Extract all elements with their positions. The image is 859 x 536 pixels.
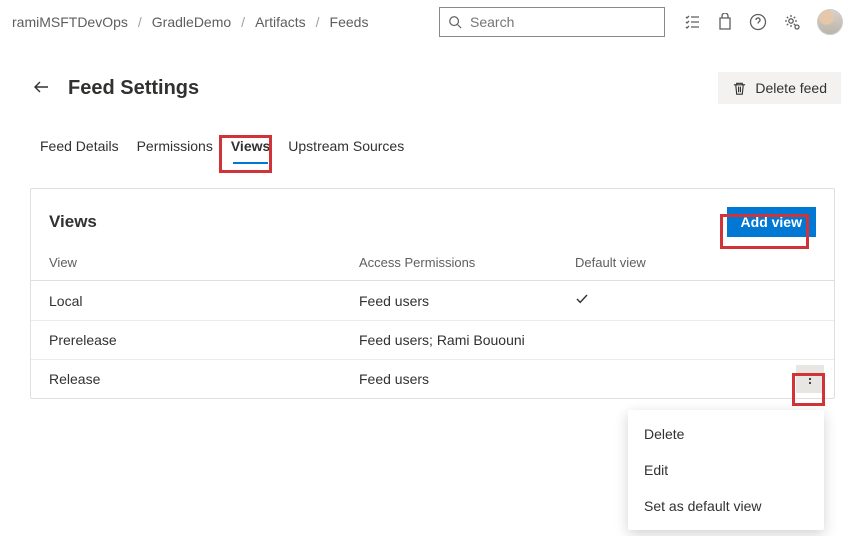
col-header-view: View [49, 255, 359, 270]
cell-access: Feed users [359, 371, 575, 387]
breadcrumb-section[interactable]: Artifacts [255, 14, 306, 30]
panel-title: Views [49, 212, 97, 232]
more-vertical-icon [803, 372, 817, 386]
tab-feed-details[interactable]: Feed Details [40, 132, 119, 164]
breadcrumb-sep: / [138, 14, 142, 30]
menu-item-set-default[interactable]: Set as default view [628, 488, 824, 524]
checkmark-icon [575, 293, 589, 309]
breadcrumb-org[interactable]: ramiMSFTDevOps [12, 14, 128, 30]
page-header: Feed Settings Delete feed [0, 44, 859, 108]
settings-icon[interactable] [783, 13, 801, 31]
tab-permissions[interactable]: Permissions [137, 132, 213, 164]
trash-icon [732, 81, 747, 96]
row-actions-button[interactable] [796, 365, 824, 393]
tab-row: Feed Details Permissions Views Upstream … [0, 108, 859, 164]
breadcrumb: ramiMSFTDevOps / GradleDemo / Artifacts … [12, 14, 368, 30]
menu-item-delete[interactable]: Delete [628, 416, 824, 452]
table-row[interactable]: Prerelease Feed users; Rami Bououni [31, 321, 834, 360]
search-icon [448, 15, 462, 29]
context-menu: Delete Edit Set as default view [628, 410, 824, 530]
tab-views[interactable]: Views [231, 132, 270, 164]
shopping-bag-icon[interactable] [717, 13, 733, 31]
breadcrumb-sep: / [241, 14, 245, 30]
search-box[interactable] [439, 7, 665, 37]
delete-feed-button[interactable]: Delete feed [718, 72, 841, 104]
search-input[interactable] [468, 13, 656, 31]
col-header-default: Default view [575, 255, 816, 270]
breadcrumb-sep: / [316, 14, 320, 30]
page-title: Feed Settings [68, 77, 199, 100]
back-arrow-icon[interactable] [32, 78, 50, 99]
col-header-access: Access Permissions [359, 255, 575, 270]
avatar[interactable] [817, 9, 843, 35]
cell-view: Local [49, 293, 359, 309]
breadcrumb-project[interactable]: GradleDemo [152, 14, 231, 30]
cell-default [575, 292, 816, 309]
menu-item-edit[interactable]: Edit [628, 452, 824, 488]
delete-feed-label: Delete feed [755, 80, 827, 96]
top-icons [683, 9, 843, 35]
cell-view: Prerelease [49, 332, 359, 348]
table-row[interactable]: Release Feed users [31, 360, 834, 398]
cell-access: Feed users; Rami Bououni [359, 332, 575, 348]
cell-access: Feed users [359, 293, 575, 309]
views-panel: Views Add view View Access Permissions D… [30, 188, 835, 399]
table-row[interactable]: Local Feed users [31, 281, 834, 321]
top-bar: ramiMSFTDevOps / GradleDemo / Artifacts … [0, 0, 859, 44]
cell-view: Release [49, 371, 359, 387]
task-list-icon[interactable] [683, 13, 701, 31]
tab-upstream-sources[interactable]: Upstream Sources [288, 132, 404, 164]
add-view-button[interactable]: Add view [727, 207, 816, 237]
column-headers: View Access Permissions Default view [31, 251, 834, 281]
breadcrumb-page[interactable]: Feeds [330, 14, 369, 30]
help-icon[interactable] [749, 13, 767, 31]
panel-header: Views Add view [31, 189, 834, 251]
